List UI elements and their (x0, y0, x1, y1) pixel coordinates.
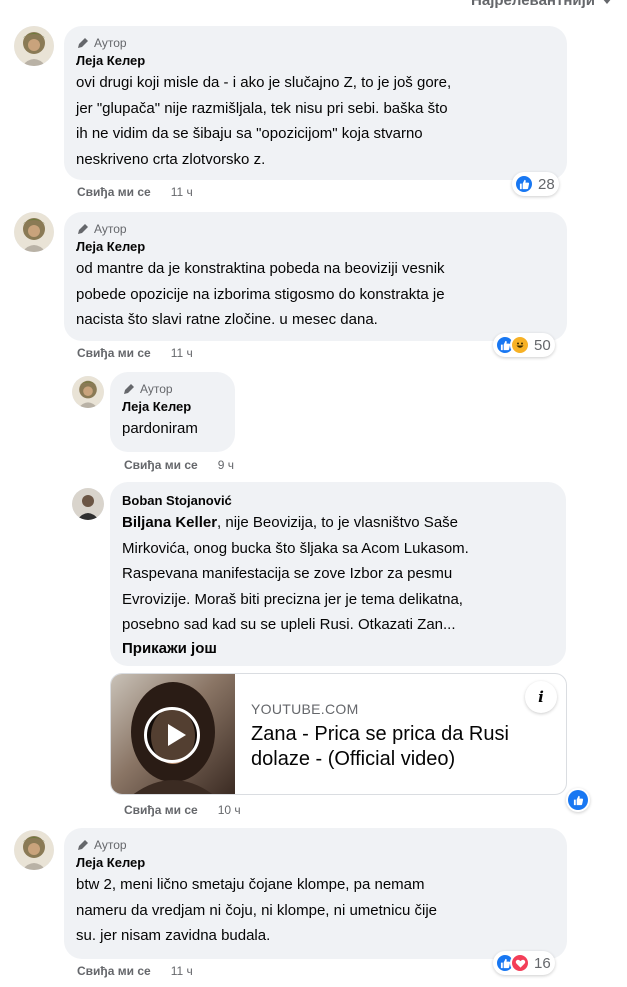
love-icon (510, 953, 530, 973)
like-icon (568, 790, 588, 810)
author-badge: Аутор (76, 836, 555, 854)
comment-bubble: Аутор Леја Келер pardoniram (110, 372, 235, 452)
comment-line: Mirkovića, onog bucka što šljaka sa Acom… (122, 539, 469, 557)
avatar[interactable] (72, 488, 104, 520)
reaction-summary[interactable] (566, 788, 590, 812)
comment-text: Biljana Keller, nije Beovizija, to je vl… (122, 510, 554, 638)
link-preview-card[interactable]: YOUTUBE.COM Zana - Prica se prica da Rus… (110, 673, 567, 795)
author-badge: Аутор (76, 220, 555, 238)
comment-actions: Свиђа ми се 11 ч (77, 964, 193, 978)
author-badge: Аутор (76, 34, 555, 52)
commenter-name[interactable]: Леја Келер (76, 854, 555, 872)
like-button[interactable]: Свиђа ми се (77, 346, 151, 360)
author-badge-label: Аутор (94, 36, 127, 50)
chevron-down-icon[interactable] (601, 0, 613, 6)
commenter-name[interactable]: Леја Келер (122, 398, 223, 416)
link-title-line: Zana - Prica se prica da Rusi (251, 723, 509, 745)
comment-line: jer "glupača" nije razmišljala, tek nisu… (76, 99, 448, 117)
pen-icon (78, 840, 88, 850)
reaction-count: 28 (538, 175, 555, 193)
comment-line: pobede opozicije na izborima stigosmo do… (76, 285, 445, 303)
like-button[interactable]: Свиђа ми се (77, 964, 151, 978)
timestamp[interactable]: 11 ч (171, 964, 193, 978)
comment-line: btw 2, meni lično smetaju čojane klompe,… (76, 876, 425, 893)
reaction-count: 50 (534, 336, 551, 354)
comment-line: Raspevana manifestacija se zove Izbor za… (122, 565, 453, 582)
comment-bubble: Boban Stojanović Biljana Keller, nije Be… (110, 482, 566, 666)
comment-text: ovi drugi koji misle da - i ako je sluča… (76, 70, 555, 172)
like-button[interactable]: Свиђа ми се (124, 803, 198, 817)
see-more-link[interactable]: Прикажи још (122, 638, 554, 660)
commenter-name[interactable]: Boban Stojanović (122, 492, 554, 510)
comment-line: ovi drugi koji misle da - i ako je sluča… (76, 74, 452, 91)
reaction-count: 16 (534, 954, 551, 972)
comment-line: ih ne vidim da se šibaju sa "opozicijom"… (76, 125, 423, 142)
play-icon[interactable] (144, 707, 200, 763)
comment-line: nameru da vredjam ni čoju, ni klompe, ni… (76, 901, 438, 919)
link-domain: YOUTUBE.COM (251, 701, 359, 717)
reaction-summary[interactable]: 28 (512, 172, 559, 196)
like-button[interactable]: Свиђа ми се (124, 458, 198, 472)
timestamp[interactable]: 11 ч (171, 346, 193, 360)
haha-icon (510, 335, 530, 355)
comment-line: nacista što slavi ratne zločine. u mesec… (76, 311, 378, 328)
pen-icon (78, 38, 88, 48)
timestamp[interactable]: 11 ч (171, 185, 193, 199)
avatar[interactable] (14, 212, 54, 252)
comment-actions: Свиђа ми се 10 ч (124, 803, 241, 817)
link-title[interactable]: Zana - Prica se prica da Rusi dolaze - (… (251, 722, 541, 772)
author-badge-label: Аутор (94, 838, 127, 852)
pen-icon (78, 224, 88, 234)
mention-link[interactable]: Biljana Keller (122, 514, 217, 531)
comment-text: btw 2, meni lično smetaju čojane klompe,… (76, 872, 555, 949)
comment-line-rest: , nije Beovizija, to je vlasništvo Saše (217, 514, 458, 531)
comment-bubble: Аутор Леја Келер od mantre da je konstra… (64, 212, 567, 341)
like-button[interactable]: Свиђа ми се (77, 185, 151, 199)
comment-line: Biljana Keller, nije Beovizija, to je vl… (122, 510, 554, 536)
comment-bubble: Аутор Леја Келер btw 2, meni lično smeta… (64, 828, 567, 959)
comment-line: Evrovizije. Moraš biti precizna jer je t… (122, 590, 463, 608)
author-badge-label: Аутор (140, 382, 173, 396)
comment-actions: Свиђа ми се 9 ч (124, 458, 234, 472)
comment-actions: Свиђа ми се 11 ч (77, 185, 193, 199)
sort-dropdown-label[interactable]: Најрелевантнији (471, 0, 595, 9)
timestamp[interactable]: 10 ч (218, 803, 241, 817)
comment-line: neskriveno crta zlotvorsko z. (76, 150, 266, 168)
timestamp[interactable]: 9 ч (218, 458, 234, 472)
commenter-name[interactable]: Леја Келер (76, 52, 555, 70)
avatar[interactable] (14, 26, 54, 66)
link-title-line: dolaze - (Official video) (251, 748, 456, 770)
info-icon[interactable]: i (525, 681, 557, 713)
avatar[interactable] (14, 830, 54, 870)
comment-actions: Свиђа ми се 11 ч (77, 346, 193, 360)
comment-text: pardoniram (122, 416, 223, 442)
pen-icon (124, 384, 134, 394)
comment-line: su. jer nisam zavidna budala. (76, 927, 271, 944)
avatar[interactable] (72, 376, 104, 408)
comment-line: posebno sad kad su se upleli Rusi. Otkaz… (122, 616, 456, 633)
comment-text: od mantre da je konstraktina pobeda na b… (76, 256, 555, 333)
reaction-summary[interactable]: 16 (493, 951, 555, 975)
commenter-name[interactable]: Леја Келер (76, 238, 555, 256)
author-badge: Аутор (122, 380, 223, 398)
comment-line: pardoniram (122, 420, 198, 437)
author-badge-label: Аутор (94, 222, 127, 236)
comment-line: od mantre da je konstraktina pobeda na b… (76, 260, 445, 277)
comment-bubble: Аутор Леја Келер ovi drugi koji misle da… (64, 26, 567, 180)
video-thumbnail[interactable] (111, 674, 235, 794)
like-icon (514, 174, 534, 194)
reaction-summary[interactable]: 50 (493, 333, 555, 357)
